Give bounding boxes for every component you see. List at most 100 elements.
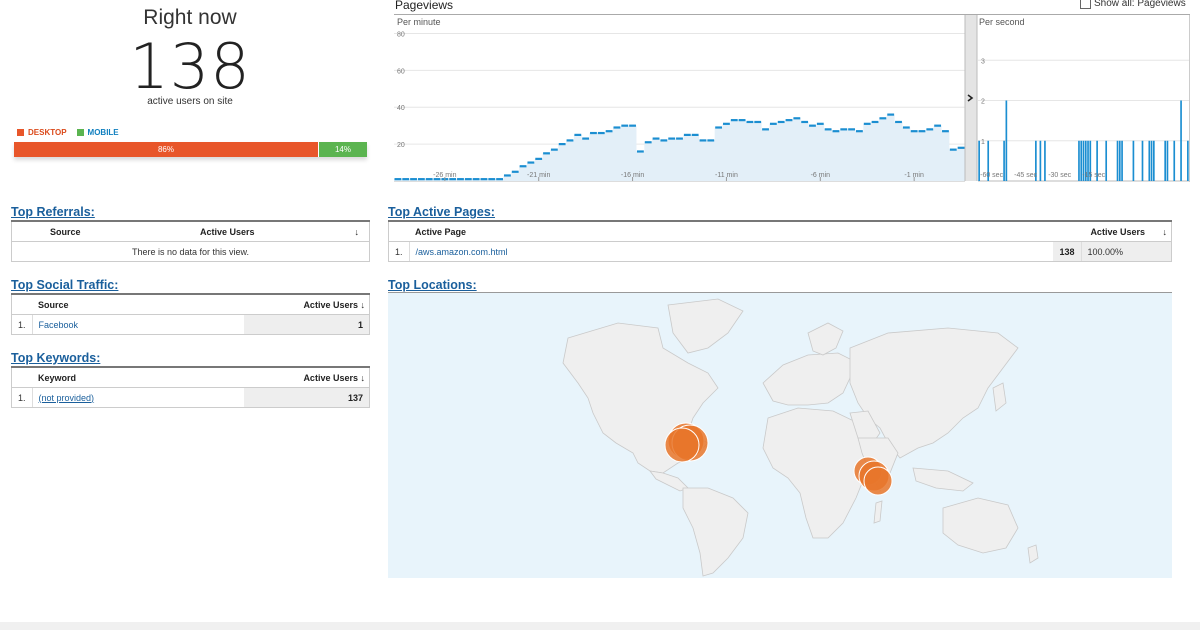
per-second-bar xyxy=(1044,140,1046,181)
y-tick-label: 1 xyxy=(981,139,985,146)
central-america-shape xyxy=(649,470,689,492)
x-tick-label: -21 min xyxy=(527,172,550,179)
realtime-title: Right now xyxy=(143,6,237,29)
world-map-shapes xyxy=(562,298,1039,577)
legend-desktop-label: DESKTOP xyxy=(28,128,67,137)
per-second-bar xyxy=(1150,140,1153,181)
active-users-count: 138 xyxy=(129,30,251,103)
per-second-bar xyxy=(1005,100,1008,181)
per-second-bar xyxy=(1132,140,1135,181)
locations-map[interactable] xyxy=(388,292,1172,578)
sort-arrow-icon[interactable]: ↓ xyxy=(361,300,366,310)
col-source[interactable]: Source xyxy=(32,293,245,315)
col-active-page[interactable]: Active Page xyxy=(409,220,1053,242)
table-row: 1. (not provided) 137 xyxy=(11,387,370,408)
greenland-shape xyxy=(667,298,744,354)
social-table: Source Active Users ↓ 1. Facebook 1 xyxy=(11,293,370,335)
col-active-users-label: Active Users xyxy=(303,372,358,383)
per-minute-label: Per minute xyxy=(397,17,441,27)
per-second-bar xyxy=(1078,140,1080,181)
per-minute-area xyxy=(394,114,965,181)
x-tick-label: -26 min xyxy=(433,172,456,179)
europe-shape xyxy=(762,352,859,406)
per-second-bar xyxy=(1141,140,1144,181)
sort-arrow-icon[interactable]: ↓ xyxy=(355,227,360,237)
row-rank: 1. xyxy=(11,314,33,335)
show-all-label: Show all: Pageviews xyxy=(1094,0,1186,9)
legend-mobile-label: MOBILE xyxy=(87,128,119,137)
active-users-subtitle: active users on site xyxy=(147,96,233,107)
per-second-bar xyxy=(1116,140,1119,181)
device-split-bar: 86% 14% xyxy=(14,142,367,157)
south-america-shape xyxy=(682,487,749,577)
location-bubble[interactable] xyxy=(664,427,700,463)
col-active-users[interactable]: Active Users ↓ xyxy=(244,366,370,388)
device-legend: DESKTOP MOBILE xyxy=(17,128,119,137)
y-tick-label: 3 xyxy=(981,58,985,65)
x-tick-label: -30 sec xyxy=(1048,172,1071,179)
active-pages-table: Active Page Active Users ↓ 1. /aws.amazo… xyxy=(388,220,1172,262)
y-tick-label: 60 xyxy=(397,68,405,75)
per-second-bar xyxy=(1180,100,1182,181)
row-users: 1 xyxy=(244,314,370,335)
show-all-checkbox[interactable] xyxy=(1080,0,1091,9)
top-social-title[interactable]: Top Social Traffic: xyxy=(11,278,118,292)
social-source-link[interactable]: Facebook xyxy=(32,314,245,335)
top-locations-title[interactable]: Top Locations: xyxy=(388,278,477,292)
sort-arrow-icon[interactable]: ↓ xyxy=(1163,227,1168,237)
col-active-users-label: Active Users xyxy=(199,226,255,237)
x-tick-label: -60 sec xyxy=(980,172,1003,179)
new-zealand-shape xyxy=(1027,544,1039,564)
row-users: 138 xyxy=(1053,241,1082,262)
col-source[interactable]: Source xyxy=(11,220,146,242)
top-keywords-title[interactable]: Top Keywords: xyxy=(11,351,100,365)
per-second-bar xyxy=(1166,140,1169,181)
x-tick-label: -6 min xyxy=(811,172,831,179)
keyword-link[interactable]: (not provided) xyxy=(32,387,245,408)
per-second-bar xyxy=(1118,140,1121,181)
footer-bar xyxy=(0,622,1200,630)
per-second-bar xyxy=(1152,140,1155,181)
active-page-link[interactable]: /aws.amazon.com.html xyxy=(409,241,1053,262)
table-row: 1. Facebook 1 xyxy=(11,314,370,335)
per-second-bar xyxy=(1187,140,1189,181)
y-tick-label: 40 xyxy=(397,105,405,112)
se-asia-shape xyxy=(912,467,974,492)
x-tick-label: -45 sec xyxy=(1014,172,1037,179)
col-keyword[interactable]: Keyword xyxy=(32,366,245,388)
keywords-table: Keyword Active Users ↓ 1. (not provided)… xyxy=(11,366,370,408)
madagascar-shape xyxy=(873,500,883,524)
y-tick-label: 80 xyxy=(397,31,405,38)
empty-message: There is no data for this view. xyxy=(11,241,370,262)
x-tick-label: -1 min xyxy=(904,172,924,179)
show-all-toggle[interactable]: Show all: Pageviews xyxy=(1080,0,1186,9)
mobile-swatch-icon xyxy=(76,129,84,136)
location-bubble[interactable] xyxy=(863,466,893,496)
table-row: 1. /aws.amazon.com.html 138 100.00% xyxy=(388,241,1172,262)
mobile-segment: 14% xyxy=(319,142,367,157)
top-referrals-title[interactable]: Top Referrals: xyxy=(11,205,95,219)
scandinavia-shape xyxy=(807,322,844,356)
row-users: 137 xyxy=(244,387,370,408)
row-rank: 1. xyxy=(11,387,33,408)
y-tick-label: 2 xyxy=(981,99,985,106)
sort-arrow-icon[interactable]: ↓ xyxy=(361,373,366,383)
per-second-bar xyxy=(1003,140,1005,181)
referrals-table: Source Active Users ↓ There is no data fo… xyxy=(11,220,370,262)
col-active-users[interactable]: Active Users ↓ xyxy=(244,293,370,315)
japan-shape xyxy=(992,382,1007,412)
col-active-users-label: Active Users xyxy=(303,299,358,310)
col-active-users[interactable]: Active Users ↓ xyxy=(1081,220,1172,242)
per-second-bar xyxy=(1148,140,1151,181)
x-tick-label: -15 sec xyxy=(1082,172,1105,179)
pageviews-title: Pageviews xyxy=(395,0,454,12)
col-active-users[interactable]: Active Users ↓ xyxy=(146,220,370,242)
legend-mobile: MOBILE xyxy=(76,128,119,137)
x-tick-label: -16 min xyxy=(621,172,644,179)
pageviews-chart: 20 40 60 80 -26 min -21 min -16 min -11 min -6 … xyxy=(394,14,1190,182)
per-second-bar xyxy=(1164,140,1167,181)
top-active-pages-title[interactable]: Top Active Pages: xyxy=(388,205,495,219)
col-active-users-label: Active Users xyxy=(1090,226,1145,237)
per-second-bar xyxy=(1105,140,1108,181)
desktop-swatch-icon xyxy=(17,129,24,136)
